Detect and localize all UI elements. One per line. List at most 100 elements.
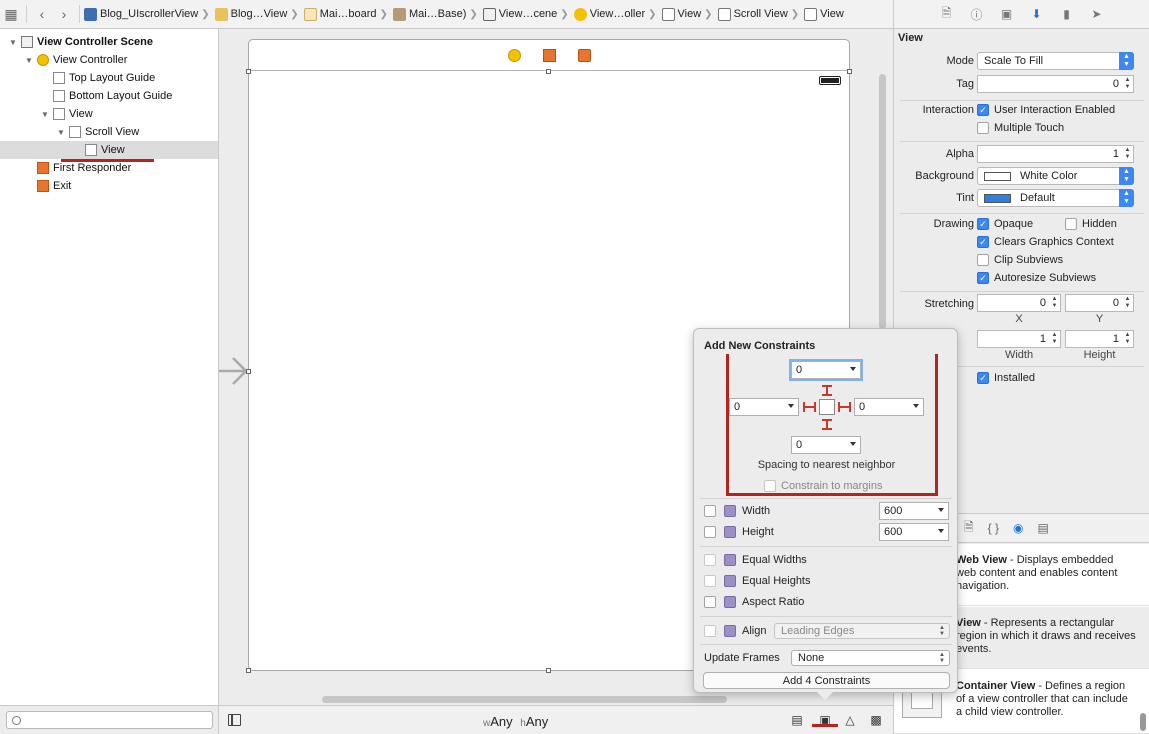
height-value-combo[interactable]: 600 xyxy=(879,523,949,541)
breadcrumb-view[interactable]: View ❯ xyxy=(661,7,716,21)
constrain-to-margins-checkbox[interactable]: Constrain to margins xyxy=(764,480,883,492)
outline-filter-input[interactable] xyxy=(6,711,213,729)
bottom-spacing-combo[interactable]: 0 xyxy=(791,436,861,454)
mode-popup[interactable]: Scale To Fill ▲ ▼ xyxy=(977,52,1134,70)
height-constraint-checkbox[interactable]: Height xyxy=(704,524,774,540)
leading-spacing-combo[interactable]: 0 xyxy=(729,398,799,416)
forward-arrow-icon[interactable]: › xyxy=(53,3,75,25)
stepper-icon[interactable]: ▲ ▼ xyxy=(1123,332,1132,346)
stretch-height-field[interactable]: 1 ▲ ▼ xyxy=(1065,330,1134,348)
breadcrumb-view-controller[interactable]: View…oller ❯ xyxy=(573,7,660,21)
resolve-issues-icon[interactable]: △ xyxy=(841,712,859,728)
equal-widths-checkbox[interactable]: Equal Widths xyxy=(704,552,807,568)
resize-handle[interactable] xyxy=(246,69,251,74)
clip-subviews-checkbox[interactable]: Clip Subviews xyxy=(977,254,1063,266)
equal-heights-checkbox[interactable]: Equal Heights xyxy=(704,573,811,589)
opaque-checkbox[interactable]: ✓ Opaque xyxy=(977,218,1033,230)
breadcrumb-scroll-view[interactable]: Scroll View ❯ xyxy=(717,7,803,21)
disclosure-triangle-icon[interactable]: ▼ xyxy=(56,128,66,137)
installed-checkbox[interactable]: ✓ Installed xyxy=(977,372,1035,384)
horizontal-scrollbar[interactable] xyxy=(322,696,727,703)
attributes-inspector-icon[interactable]: ⬇ xyxy=(1028,5,1046,23)
stretch-width-field[interactable]: 1 ▲ ▼ xyxy=(977,330,1061,348)
background-label: Background xyxy=(915,170,974,182)
outline-item-bottom-layout-guide[interactable]: Bottom Layout Guide xyxy=(0,87,218,105)
quick-help-icon[interactable]: ⓘ xyxy=(968,5,986,23)
trailing-spacing-combo[interactable]: 0 xyxy=(854,398,924,416)
size-class-control[interactable]: wAny hAny xyxy=(483,714,548,729)
outline-item-view-controller[interactable]: ▼ View Controller xyxy=(0,51,218,69)
inspector-divider xyxy=(900,291,1144,292)
add-constraints-button[interactable]: Add 4 Constraints xyxy=(703,672,950,689)
resizing-behavior-icon[interactable]: ▩ xyxy=(867,712,885,728)
outline-item-exit[interactable]: Exit xyxy=(0,177,218,195)
background-color-popup[interactable]: White Color ▲ ▼ xyxy=(977,167,1134,185)
aspect-ratio-checkbox[interactable]: Aspect Ratio xyxy=(704,594,804,610)
code-snippet-library-icon[interactable]: { } xyxy=(988,521,999,535)
align-checkbox[interactable]: Align xyxy=(704,623,766,639)
resize-handle[interactable] xyxy=(546,668,551,673)
object-library-icon[interactable]: ◉ xyxy=(1013,521,1023,535)
bottom-strut-icon xyxy=(822,428,832,430)
back-arrow-icon[interactable]: ‹ xyxy=(31,3,53,25)
breadcrumb-scene[interactable]: View…cene ❯ xyxy=(482,7,572,21)
breadcrumb-project[interactable]: Blog_UIscrollerView ❯ xyxy=(84,7,213,21)
stretch-y-field[interactable]: 0 ▲ ▼ xyxy=(1065,294,1134,312)
breadcrumb-folder[interactable]: Blog…View ❯ xyxy=(214,7,302,21)
stretch-x-field[interactable]: 0 ▲ ▼ xyxy=(977,294,1061,312)
file-inspector-icon[interactable]: 🗎 xyxy=(938,5,956,23)
first-responder-icon[interactable] xyxy=(542,48,556,62)
stepper-icon[interactable]: ▲ ▼ xyxy=(1123,296,1132,310)
outline-item-content-view[interactable]: View xyxy=(0,141,218,159)
stepper-icon[interactable]: ▲ ▼ xyxy=(1050,296,1059,310)
connections-inspector-icon[interactable]: ➤ xyxy=(1088,5,1106,23)
disclosure-triangle-icon[interactable]: ▼ xyxy=(40,110,50,119)
tag-field[interactable]: 0 ▲ ▼ xyxy=(977,75,1134,93)
outline-item-top-layout-guide[interactable]: Top Layout Guide xyxy=(0,69,218,87)
outline-item-scene[interactable]: ▼ View Controller Scene xyxy=(0,33,218,51)
resize-handle[interactable] xyxy=(847,69,852,74)
hidden-checkbox[interactable]: Hidden xyxy=(1065,218,1117,230)
checkmark-icon: ✓ xyxy=(977,372,989,384)
stepper-icon[interactable]: ▲ ▼ xyxy=(1123,77,1132,91)
exit-icon[interactable] xyxy=(577,48,591,62)
disclosure-triangle-icon[interactable]: ▼ xyxy=(24,56,34,65)
resize-handle[interactable] xyxy=(246,668,251,673)
resize-handle[interactable] xyxy=(246,369,251,374)
view-controller-icon[interactable] xyxy=(507,48,521,62)
top-spacing-combo[interactable]: 0 xyxy=(789,359,863,381)
alpha-field[interactable]: 1 ▲ ▼ xyxy=(977,145,1134,163)
size-inspector-icon[interactable]: ▮ xyxy=(1058,5,1076,23)
disclosure-triangle-icon[interactable]: ▼ xyxy=(8,38,18,47)
breadcrumb-content-view[interactable]: View xyxy=(804,7,844,21)
checkbox-empty-icon xyxy=(704,596,716,608)
spacing-label: Spacing to nearest neighbor xyxy=(757,459,896,471)
scene-icon xyxy=(21,36,33,48)
update-frames-popup[interactable]: None ▲ ▼ xyxy=(791,650,950,666)
checkbox-empty-icon xyxy=(977,122,989,134)
user-interaction-checkbox[interactable]: ✓ User Interaction Enabled xyxy=(977,104,1115,116)
resize-handle[interactable] xyxy=(546,69,551,74)
media-library-icon[interactable]: ▤ xyxy=(1038,521,1049,535)
width-constraint-checkbox[interactable]: Width xyxy=(704,503,770,519)
outline-toggle-icon[interactable] xyxy=(228,714,241,726)
align-icon[interactable]: ▤ xyxy=(788,712,806,728)
vertical-scrollbar[interactable] xyxy=(879,74,886,329)
file-template-library-icon[interactable]: 🗎 xyxy=(964,518,974,539)
breadcrumb-storyboard-base[interactable]: Mai…Base) ❯ xyxy=(392,7,481,21)
tint-color-popup[interactable]: Default ▲ ▼ xyxy=(977,189,1134,207)
breadcrumb-storyboard[interactable]: Mai…board ❯ xyxy=(303,7,391,21)
align-popup[interactable]: Leading Edges ▲ ▼ xyxy=(774,623,950,639)
width-value-combo[interactable]: 600 xyxy=(879,502,949,520)
clears-graphics-context-checkbox[interactable]: ✓ Clears Graphics Context xyxy=(977,236,1114,248)
library-scrollbar[interactable] xyxy=(1140,713,1146,731)
related-items-icon[interactable]: ▦ xyxy=(0,3,22,25)
stepper-icon[interactable]: ▲ ▼ xyxy=(1050,332,1059,346)
identity-inspector-icon[interactable]: ▣ xyxy=(998,5,1016,23)
outline-item-scroll-view[interactable]: ▼ Scroll View xyxy=(0,123,218,141)
outline-item-view[interactable]: ▼ View xyxy=(0,105,218,123)
chevron-right-icon: ❯ xyxy=(201,8,210,20)
stepper-icon[interactable]: ▲ ▼ xyxy=(1123,147,1132,161)
multiple-touch-checkbox[interactable]: Multiple Touch xyxy=(977,122,1064,134)
autoresize-subviews-checkbox[interactable]: ✓ Autoresize Subviews xyxy=(977,272,1096,284)
